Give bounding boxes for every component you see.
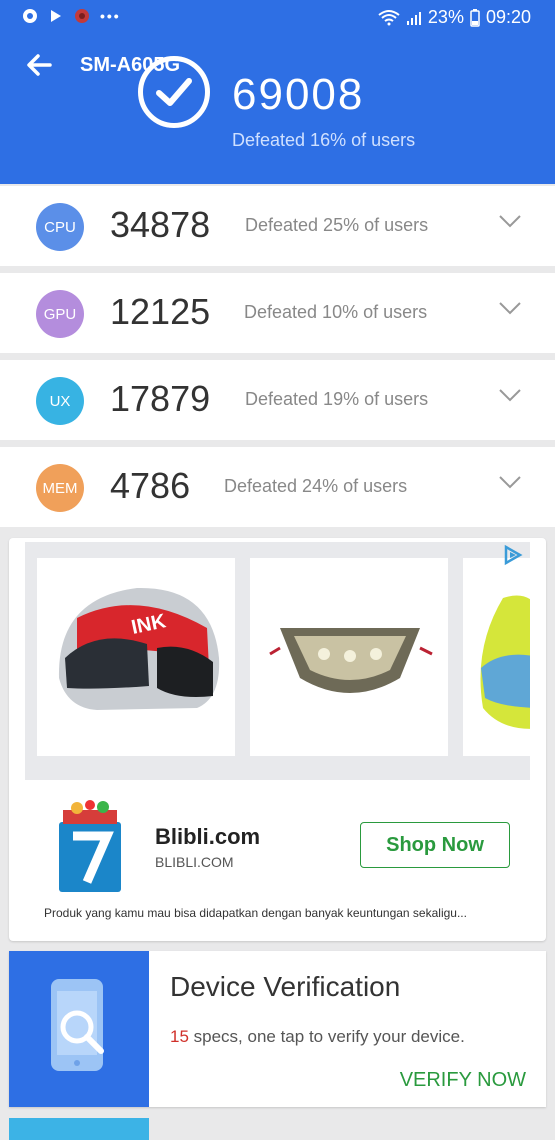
verification-title: Device Verification [170,971,401,1002]
verification-description: 15 specs, one tap to verify your device. [170,1027,465,1047]
adchoices-icon[interactable] [502,544,524,566]
cpu-defeated-text: Defeated 25% of users [245,215,429,235]
gpu-score: 12125 [110,291,211,332]
verification-text: specs, one tap to verify your device. [188,1027,465,1046]
ux-badge: UX [36,377,84,425]
ux-defeated-text: Defeated 19% of users [245,389,429,409]
cpu-score: 34878 [110,204,211,245]
ad-product-card[interactable]: INK [37,558,235,756]
ad-product-card[interactable] [463,558,530,756]
battery-percent: 23% [427,7,464,27]
phone-magnifier-icon [51,979,104,1071]
score-row-ux[interactable]: UX 17879 Defeated 19% of users [0,360,555,440]
helmet-image [480,595,530,729]
header: ••• 23% 09:20 SM-A605G 69008 Defeated 16… [0,0,555,184]
total-defeated-text: Defeated 16% of users [232,130,416,150]
verify-now-button[interactable]: VERIFY NOW [400,1069,526,1092]
wifi-icon [378,9,400,25]
chevron-down-icon[interactable] [499,301,521,315]
device-verification-card[interactable]: Device Verification 15 specs, one tap to… [9,951,546,1107]
chevron-down-icon[interactable] [499,214,521,228]
chevron-down-icon[interactable] [499,475,521,489]
ad-brand-name[interactable]: Blibli.com [155,824,260,850]
taillight-image [269,628,433,693]
mem-badge: MEM [36,464,84,512]
next-card-partial[interactable] [9,1118,149,1140]
notification-app-icon [75,9,89,23]
mem-score: 4786 [110,465,191,506]
total-score: 69008 [232,70,365,119]
gpu-defeated-text: Defeated 10% of users [244,302,428,322]
verification-banner [9,951,149,1107]
more-notifications: ••• [100,8,121,24]
score-row-gpu[interactable]: GPU 12125 Defeated 10% of users [0,273,555,353]
back-button[interactable] [24,50,54,80]
helmet-image: INK [58,587,220,710]
mem-defeated-text: Defeated 24% of users [224,476,408,496]
gpu-badge: GPU [36,290,84,338]
ad-description: Produk yang kamu mau bisa didapatkan den… [44,906,467,920]
play-store-icon [51,10,61,22]
ad-banner[interactable]: INK Blibli.com BLIBLI.COM Shop Now Produ… [9,538,546,941]
ad-domain: BLIBLI.COM [155,854,234,870]
ad-product-card[interactable] [250,558,448,756]
chrome-icon [23,9,37,23]
battery-icon [470,8,480,27]
clock: 09:20 [485,7,531,27]
chevron-down-icon[interactable] [499,388,521,402]
cpu-badge: CPU [36,203,84,251]
score-row-mem[interactable]: MEM 4786 Defeated 24% of users [0,447,555,527]
status-bar: ••• 23% 09:20 [0,0,555,36]
signal-icon [406,11,421,25]
shop-now-button[interactable]: Shop Now [360,822,510,868]
ad-product-gallery[interactable]: INK [25,542,530,780]
spec-count: 15 [170,1027,189,1046]
check-icon [138,56,210,128]
ux-score: 17879 [110,378,211,419]
blibli-logo [59,800,121,892]
score-row-cpu[interactable]: CPU 34878 Defeated 25% of users [0,186,555,266]
